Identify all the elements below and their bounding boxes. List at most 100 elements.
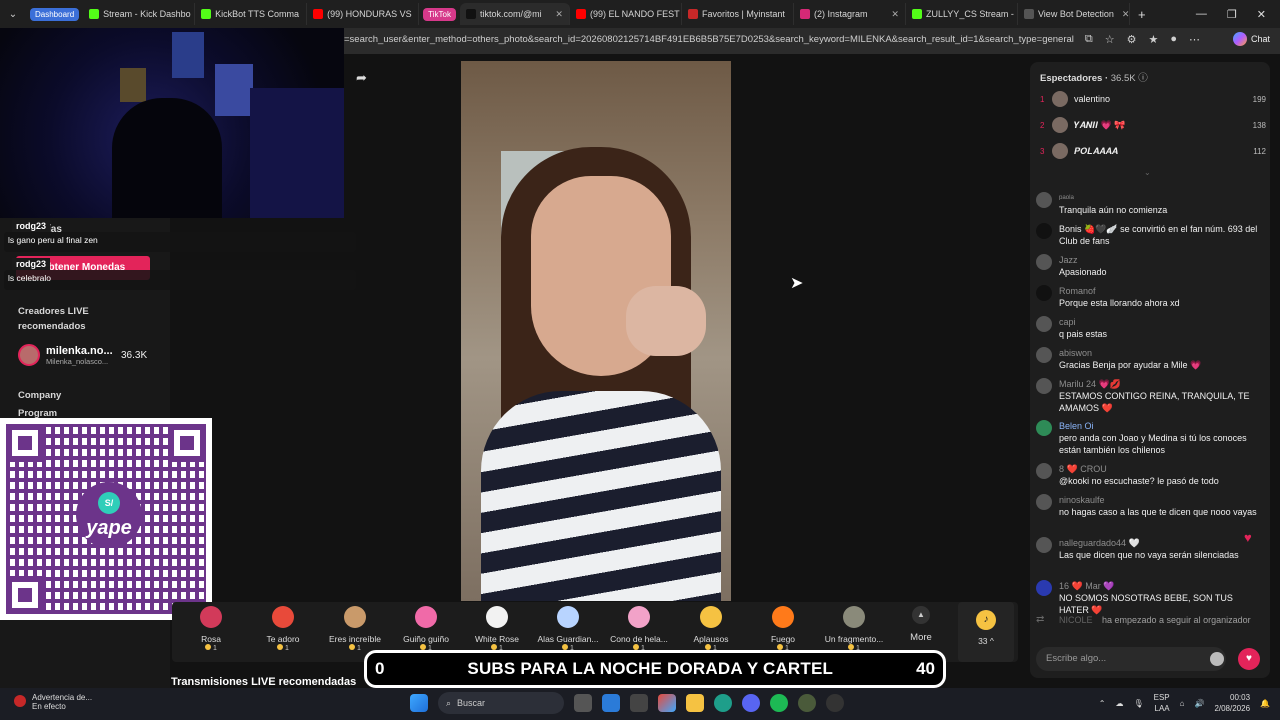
taskbar-search[interactable]: ⌕ Buscar [438, 692, 564, 714]
notepad-icon[interactable] [602, 694, 620, 712]
creator-viewer-count: 36.3K [121, 350, 148, 361]
coin-balance-button[interactable]: ♪ 33 ^ [958, 602, 1014, 662]
gift-aplausos[interactable]: Aplausos 1 [676, 606, 746, 652]
recommended-creator-item[interactable]: milenka.no... Milenka_nolasco... 36.3K [18, 344, 147, 366]
tab-myinstants[interactable]: Favoritos | Myinstant✕ [682, 3, 794, 25]
avatar [1052, 91, 1068, 107]
chevron-up-icon[interactable]: ⌃ [1099, 699, 1106, 708]
gift-fuego[interactable]: Fuego 1 [748, 606, 818, 652]
close-tab-icon[interactable]: ✕ [1118, 9, 1129, 20]
profile-avatar-icon[interactable]: ● [1170, 33, 1177, 46]
myinstants-icon [687, 9, 698, 19]
obs-icon[interactable] [826, 694, 844, 712]
cloud-icon[interactable]: ☁ [1115, 699, 1123, 708]
mouse-cursor-icon: ➤ [790, 275, 804, 292]
top-viewer-row[interactable]: 1 valentino 199 [1040, 90, 1266, 108]
like-heart-button[interactable]: ♥ [1238, 648, 1260, 670]
close-window-icon[interactable]: ✕ [1257, 8, 1266, 21]
microphone-icon[interactable]: 🎙 [1133, 699, 1143, 708]
file-explorer-icon[interactable] [686, 694, 704, 712]
windows-start-icon[interactable] [410, 694, 428, 712]
instagram-icon [799, 9, 810, 19]
emoji-icon[interactable] [1210, 652, 1224, 666]
window-controls: — ❐ ✕ [1196, 8, 1280, 21]
wings-icon [557, 606, 579, 628]
weather-warning-widget[interactable]: Advertencia de... En efecto [14, 693, 92, 711]
notifications-icon[interactable]: 🔔 [1260, 699, 1270, 708]
tab-group-tiktok[interactable]: TikTok [423, 7, 456, 21]
new-tab-icon[interactable]: + [1130, 7, 1146, 22]
youtube-icon [313, 9, 324, 19]
avatar [1036, 192, 1052, 208]
tab-kickbot[interactable]: KickBot TTS Comma✕ [195, 3, 308, 25]
favorite-star-icon[interactable]: ☆ [1105, 33, 1115, 46]
gift-te-adoro[interactable]: Te adoro 1 [248, 606, 318, 652]
close-tab-icon[interactable]: ✕ [416, 9, 418, 20]
coin-icon: ♪ [976, 610, 996, 630]
copilot-icon [1232, 32, 1247, 46]
top-viewer-row[interactable]: 3 𝑷𝑶𝑳𝑨𝑨𝑨𝑨 112 [1040, 142, 1266, 160]
task-view-icon[interactable] [574, 694, 592, 712]
youtube-icon [575, 9, 586, 19]
avatar [1036, 254, 1052, 270]
open-in-app-icon[interactable]: ⧉ [1085, 33, 1093, 46]
avatar [1036, 580, 1052, 596]
edge-icon[interactable] [714, 694, 732, 712]
store-icon[interactable] [630, 694, 648, 712]
minimize-icon[interactable]: — [1196, 8, 1207, 21]
tab-youtube-honduras[interactable]: (99) HONDURAS VS✕ [307, 3, 420, 25]
yape-qr-code: S/yape [0, 418, 212, 620]
avatar [1036, 537, 1052, 553]
top-viewer-row[interactable]: 2 𝒀𝑨𝑵𝑰𝑰 💗 🎀 138 [1040, 116, 1266, 134]
wall-poster [172, 32, 204, 78]
wall-poster [215, 64, 253, 116]
subs-goal-banner: 0 SUBS PARA LA NOCHE DORADA Y CARTEL 40 [364, 650, 946, 688]
gift-rosa[interactable]: Rosa 1 [176, 606, 246, 652]
clock[interactable]: 00:03 2/08/2026 [1214, 692, 1250, 714]
share-icon[interactable]: ➦ [356, 70, 367, 86]
streamer-silhouette [112, 98, 222, 218]
gift-eres-increible[interactable]: Eres increíble 1 [320, 606, 390, 652]
tab-viewbot[interactable]: View Bot Detection ✕ [1018, 3, 1130, 25]
network-icon[interactable]: ⌂ [1180, 699, 1185, 708]
wall-poster [120, 68, 146, 102]
gift-fragmento[interactable]: Un fragmento... 1 [819, 606, 889, 652]
office-icon[interactable] [658, 694, 676, 712]
chat-input[interactable]: Escribe algo... [1036, 647, 1226, 671]
tab-zullyy[interactable]: ZULLYY_CS Stream -✕ [906, 3, 1018, 25]
gift-guino[interactable]: Guiño guiño 1 [391, 606, 461, 652]
tab-youtube-nando[interactable]: (99) EL NANDO FEST✕ [570, 3, 682, 25]
more-options-icon[interactable]: ⋯ [1189, 33, 1200, 46]
gift-cono-helado[interactable]: Cono de hela... 1 [604, 606, 674, 652]
gift-alas[interactable]: Alas Guardian... 1 [533, 606, 603, 652]
live-video-player[interactable] [461, 61, 731, 601]
extensions-icon[interactable]: ⚙ [1127, 33, 1137, 46]
close-tab-icon[interactable]: ✕ [887, 9, 899, 20]
tab-instagram[interactable]: (2) Instagram ✕ [794, 3, 906, 25]
yape-logo-icon: S/yape [76, 482, 142, 548]
restore-icon[interactable]: ❐ [1227, 8, 1237, 21]
close-tab-icon[interactable]: ✕ [551, 9, 563, 20]
volume-icon[interactable]: 🔊 [1194, 699, 1204, 708]
tab-tiktok-active[interactable]: tiktok.com/@mi ✕ [459, 3, 570, 25]
more-gifts-button[interactable]: ▲ More [908, 606, 934, 643]
avatar [1036, 463, 1052, 479]
chevron-down-icon[interactable]: ⌄ [1144, 168, 1151, 177]
follow-icon: ⇄ [1036, 614, 1045, 625]
overlay-chat-user: rodg23 [12, 258, 51, 270]
discord-icon[interactable] [742, 694, 760, 712]
collections-icon[interactable]: ★ [1148, 33, 1158, 46]
copilot-chat-button[interactable]: Chat [1232, 32, 1270, 46]
tab-kick-dashboard[interactable]: Stream - Kick Dashbo✕ [83, 3, 196, 25]
overlay-chat-user: rodg23 [12, 220, 51, 232]
tab-list-icon[interactable]: ⌄ [0, 0, 26, 28]
chat-panel: Espectadores · 36.5K ⓘ 1 valentino 199 2 𝒀𝑨… [1030, 62, 1270, 678]
gift-white-rose[interactable]: White Rose 1 [462, 606, 532, 652]
tab-group-dashboard[interactable]: Dashboard [30, 7, 80, 21]
info-icon[interactable]: ⓘ [1138, 73, 1148, 84]
url-field[interactable]: =search_user&enter_method=others_photo&s… [344, 34, 1074, 45]
company-link[interactable]: Company [18, 390, 61, 401]
wink-heart-icon [415, 606, 437, 628]
xbox-icon[interactable] [798, 694, 816, 712]
spotify-icon[interactable] [770, 694, 788, 712]
